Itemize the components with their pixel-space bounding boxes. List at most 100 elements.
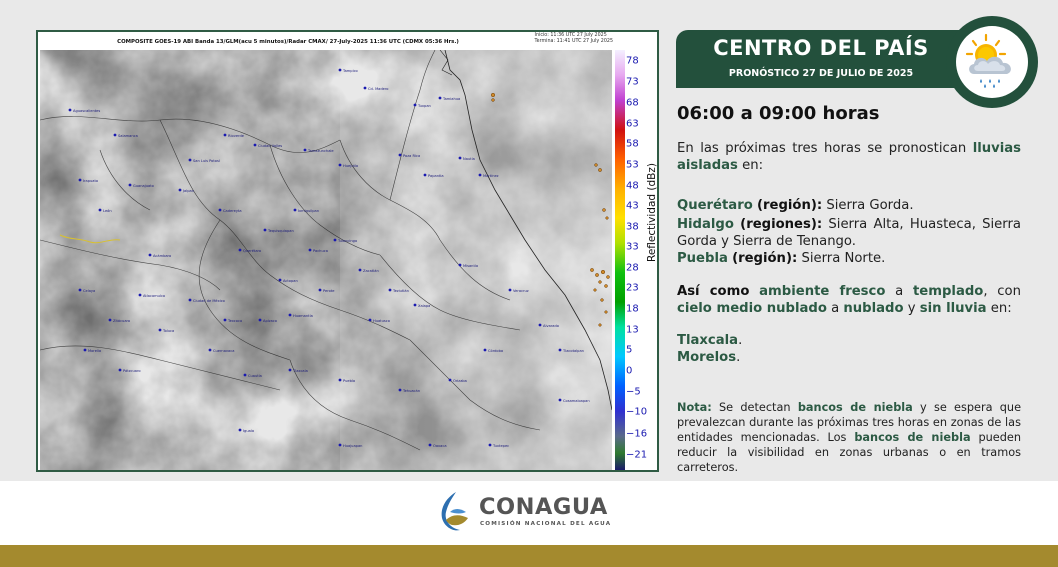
svg-text:Tlaxcala: Tlaxcala [292, 369, 308, 373]
svg-text:Cuautla: Cuautla [248, 374, 262, 378]
svg-text:Ciudad Valles: Ciudad Valles [258, 144, 282, 148]
region-item: Puebla (región): Sierra Norte. [677, 251, 886, 266]
svg-text:Ciudad de México: Ciudad de México [193, 299, 225, 303]
svg-text:Rioverde: Rioverde [228, 134, 245, 138]
svg-text:León: León [103, 209, 112, 213]
svg-text:San Luis Potosí: San Luis Potosí [193, 159, 221, 163]
time-range: 06:00 a 09:00 horas [677, 103, 880, 124]
fog-note: Nota: Se detectan bancos de niebla y se … [677, 401, 1022, 474]
svg-text:Aguascalientes: Aguascalientes [73, 109, 100, 113]
svg-text:Huamantla: Huamantla [293, 314, 313, 318]
svg-text:Texcoco: Texcoco [227, 319, 242, 323]
svg-text:Zitácuaro: Zitácuaro [113, 319, 130, 323]
svg-text:Perote: Perote [323, 289, 335, 293]
svg-text:Tehuacán: Tehuacán [402, 389, 420, 393]
colorbar-tick: 68 [626, 97, 639, 109]
satellite-map-image: Tampico Cd. Madero Tuxpan Tamiahua Poza Ri… [40, 50, 612, 470]
colorbar-tick: 23 [626, 282, 639, 294]
svg-text:Cadereyta: Cadereyta [223, 209, 242, 213]
region-list: Querétaro (región): Sierra Gorda. Hidalg… [677, 197, 1021, 267]
svg-text:Cd. Madero: Cd. Madero [368, 87, 388, 91]
svg-text:Tamiahua: Tamiahua [442, 97, 460, 101]
svg-text:Pachuca: Pachuca [313, 249, 328, 253]
conagua-logo-icon [436, 490, 476, 538]
svg-text:Toluca: Toluca [162, 329, 174, 333]
svg-text:Acámbaro: Acámbaro [153, 254, 171, 258]
colorbar-tick: 43 [626, 200, 639, 212]
colorbar-tick: 28 [626, 262, 639, 274]
svg-text:Huejutla: Huejutla [343, 164, 358, 168]
svg-text:Papantla: Papantla [428, 174, 444, 178]
svg-text:Martínez: Martínez [483, 174, 499, 178]
state-item: Morelos. [677, 350, 741, 365]
svg-text:Teziutlán: Teziutlán [392, 289, 409, 293]
svg-text:Pátzcuaro: Pátzcuaro [123, 369, 141, 373]
svg-text:Tamazunchale: Tamazunchale [307, 149, 334, 153]
svg-text:Jalpan: Jalpan [182, 189, 194, 193]
region-item: Querétaro (región): Sierra Gorda. [677, 198, 914, 213]
colorbar-tick: 48 [626, 180, 639, 192]
svg-text:Celaya: Celaya [83, 289, 95, 293]
svg-text:Tequisquiapan: Tequisquiapan [267, 229, 294, 233]
svg-text:Xalapa: Xalapa [418, 304, 430, 308]
svg-text:Salamanca: Salamanca [118, 134, 138, 138]
svg-text:Veracruz: Veracruz [513, 289, 529, 293]
svg-text:Huatusco: Huatusco [373, 319, 390, 323]
svg-text:Oaxaca: Oaxaca [433, 444, 447, 448]
state-list: Tlaxcala. Morelos. [677, 332, 1021, 366]
colorbar-tick: 0 [626, 365, 633, 377]
colorbar-tick: 63 [626, 118, 639, 130]
svg-text:Córdoba: Córdoba [488, 349, 503, 353]
colorbar-tick: 5 [626, 344, 633, 356]
svg-text:Huajuapan: Huajuapan [343, 444, 362, 448]
svg-text:Alvarado: Alvarado [543, 324, 559, 328]
svg-text:Iguala: Iguala [243, 429, 254, 433]
colorbar-tick: −5 [626, 386, 641, 398]
colorbar-tick: −21 [626, 449, 648, 461]
conagua-logo-subtitle: COMISIÓN NACIONAL DEL AGUA [480, 521, 612, 527]
svg-text:Nautla: Nautla [463, 157, 475, 161]
svg-text:Poza Rica: Poza Rica [403, 154, 420, 158]
conditions-text: Así como ambiente fresco a templado, con… [677, 284, 1021, 316]
svg-text:Orizaba: Orizaba [453, 379, 467, 383]
svg-text:Tampico: Tampico [342, 69, 358, 73]
colorbar-tick: 18 [626, 303, 639, 315]
colorbar-tick: 53 [626, 159, 639, 171]
svg-text:Tlacotalpan: Tlacotalpan [562, 349, 584, 353]
sun-cloud-rain-icon [965, 33, 1011, 88]
forecast-intro: En las próximas tres horas se pronostica… [677, 141, 1021, 173]
svg-text:Morelia: Morelia [88, 349, 101, 353]
page-subtitle: PRONÓSTICO 27 DE JULIO DE 2025 [728, 68, 914, 79]
svg-text:Apizaco: Apizaco [263, 319, 277, 323]
svg-text:Atlacomulco: Atlacomulco [143, 294, 165, 298]
svg-text:Querétaro: Querétaro [243, 249, 261, 253]
colorbar-tick: −10 [626, 406, 648, 418]
conagua-logo-text: CONAGUA [479, 494, 608, 520]
satellite-time-range: Inicio: 11:36 UTC 27 July 2025 Termina: … [535, 33, 613, 45]
svg-text:Cosamaloapan: Cosamaloapan [563, 399, 590, 403]
satellite-panel: COMPOSITE GOES-19 ABI Banda 13/GLM(acu 5… [36, 30, 659, 472]
colorbar-tick: 78 [626, 55, 639, 67]
svg-text:Guanajuato: Guanajuato [133, 184, 154, 188]
svg-text:Cuernavaca: Cuernavaca [213, 349, 234, 353]
svg-text:Ixmiquilpan: Ixmiquilpan [298, 209, 319, 213]
colorbar-tick: 73 [626, 76, 639, 88]
satellite-end-time: Termina: 11:41 UTC 27 July 2025 [534, 39, 613, 44]
svg-text:Misantla: Misantla [463, 264, 478, 268]
state-item: Tlaxcala. [677, 333, 743, 348]
svg-text:Puebla: Puebla [343, 379, 355, 383]
colorbar-label: Reflectividad (dBz) [646, 163, 658, 262]
svg-text:Actopan: Actopan [283, 279, 298, 283]
satellite-map: Tampico Cd. Madero Tuxpan Tamiahua Poza Ri… [40, 50, 612, 470]
svg-text:Irapuato: Irapuato [83, 179, 98, 183]
colorbar-tick: 33 [626, 241, 639, 253]
svg-text:Tuxtepec: Tuxtepec [492, 444, 509, 448]
footer-bar [0, 545, 1058, 567]
colorbar-tick: 13 [626, 324, 639, 336]
reflectivity-colorbar [615, 50, 625, 470]
colorbar-tick: 38 [626, 221, 639, 233]
colorbar-tick: 58 [626, 138, 639, 150]
region-item: Hidalgo (regiones): Sierra Alta, Huastec… [677, 217, 1021, 249]
weather-badge [946, 16, 1038, 108]
page-title: CENTRO DEL PAÍS [713, 36, 929, 60]
